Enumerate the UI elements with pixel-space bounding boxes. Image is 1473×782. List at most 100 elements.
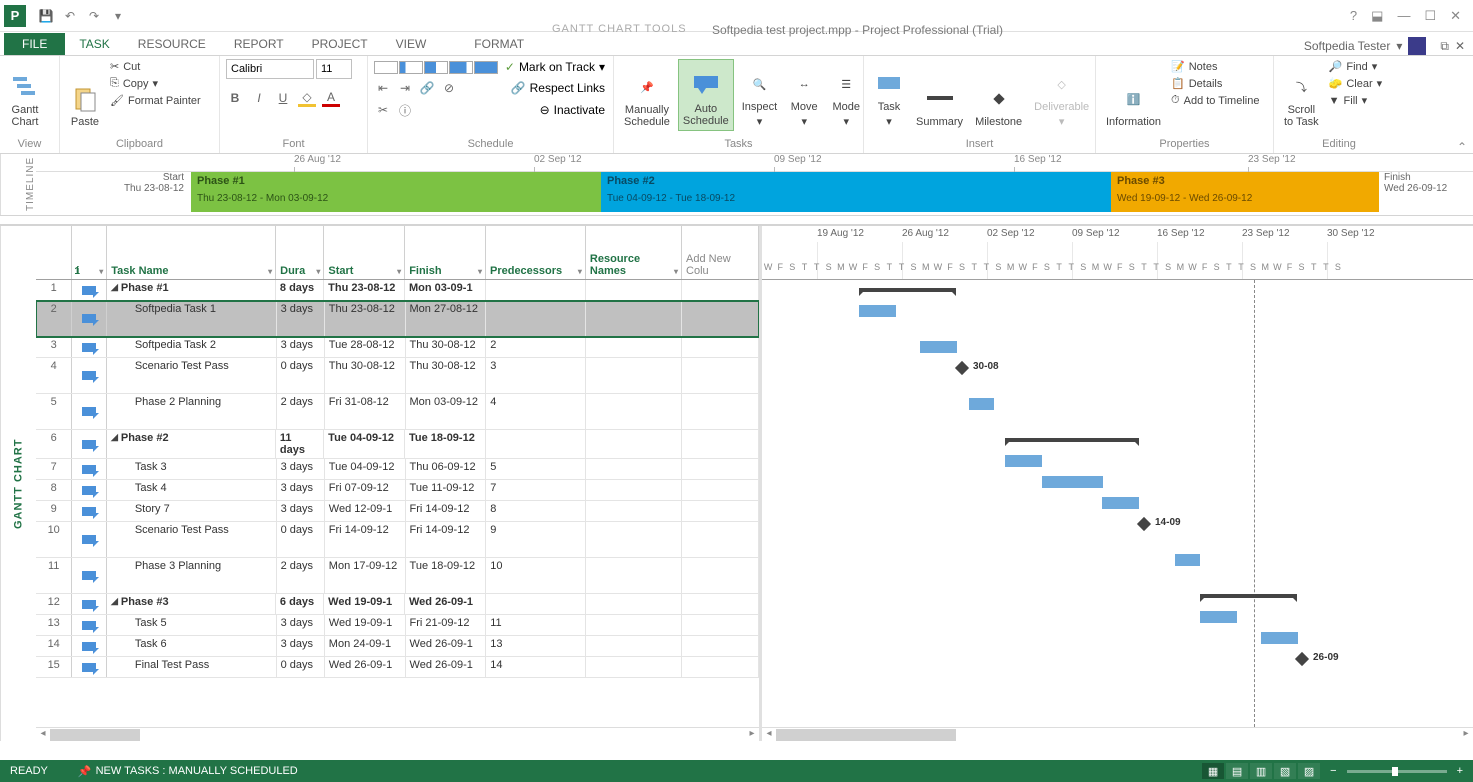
task-mode-cell[interactable] xyxy=(72,501,106,521)
pct-100-button[interactable] xyxy=(474,61,498,74)
maximize-icon[interactable]: ☐ xyxy=(1424,8,1436,24)
fill-button[interactable]: ▼Fill ▾ xyxy=(1327,93,1385,108)
gantt-summary-bar[interactable] xyxy=(1005,438,1139,442)
row-number[interactable]: 13 xyxy=(36,615,72,635)
split-button[interactable]: ✂︎ xyxy=(374,101,392,119)
task-mode-cell[interactable] xyxy=(72,657,106,677)
timeline-phase[interactable]: Phase #3Wed 19-09-12 - Wed 26-09-12 xyxy=(1111,172,1379,212)
col-finish[interactable]: Finish▾ xyxy=(405,226,486,279)
finish-cell[interactable]: Wed 26-09-1 xyxy=(405,594,486,614)
row-number[interactable]: 9 xyxy=(36,501,72,521)
gantt-summary-bar[interactable] xyxy=(859,288,956,292)
task-mode-cell[interactable] xyxy=(72,358,106,393)
resource-cell[interactable] xyxy=(586,430,682,458)
add-cell[interactable] xyxy=(682,280,759,300)
table-row[interactable]: 15 Final Test Pass 0 days Wed 26-09-1 We… xyxy=(36,657,759,678)
start-cell[interactable]: Thu 30-08-12 xyxy=(325,358,406,393)
col-duration[interactable]: Dura▾ xyxy=(276,226,324,279)
cut-button[interactable]: ✂Cut xyxy=(108,59,203,74)
expand-icon[interactable]: ◢ xyxy=(111,432,118,443)
task-name-cell[interactable]: Story 7 xyxy=(107,501,277,521)
predecessors-cell[interactable]: 2 xyxy=(486,337,586,357)
finish-cell[interactable]: Fri 21-09-12 xyxy=(406,615,487,635)
start-cell[interactable]: Fri 14-09-12 xyxy=(325,522,406,557)
add-cell[interactable] xyxy=(682,594,759,614)
task-mode-cell[interactable] xyxy=(72,558,106,593)
tab-resource[interactable]: RESOURCE xyxy=(124,33,220,55)
duration-cell[interactable]: 0 days xyxy=(277,522,325,557)
resource-cell[interactable] xyxy=(586,657,682,677)
zoom-out-button[interactable]: − xyxy=(1330,765,1336,777)
start-cell[interactable]: Wed 12-09-1 xyxy=(325,501,406,521)
duration-cell[interactable]: 3 days xyxy=(277,480,325,500)
task-mode-cell[interactable] xyxy=(72,594,107,614)
gantt-task-bar[interactable] xyxy=(1042,476,1103,488)
mark-on-track-button[interactable]: ✓Mark on Track ▾ xyxy=(503,59,607,75)
gantt-milestone[interactable] xyxy=(955,361,969,375)
scroll-to-task-button[interactable]: ⤵Scroll to Task xyxy=(1280,59,1323,131)
finish-cell[interactable]: Mon 03-09-1 xyxy=(405,280,486,300)
save-icon[interactable]: 💾 xyxy=(36,6,56,26)
clear-button[interactable]: 🧽Clear ▾ xyxy=(1327,76,1385,91)
gantt-summary-bar[interactable] xyxy=(1200,594,1297,598)
underline-button[interactable]: U xyxy=(274,89,292,107)
unlink-button[interactable]: ⊘ xyxy=(440,79,458,97)
pct-75-button[interactable] xyxy=(449,61,473,74)
task-mode-cell[interactable] xyxy=(72,301,106,336)
font-name-input[interactable] xyxy=(226,59,314,79)
pct-50-button[interactable] xyxy=(424,61,448,74)
gantt-task-bar[interactable] xyxy=(1102,497,1139,509)
milestone-button[interactable]: Milestone xyxy=(971,59,1026,131)
task-mode-cell[interactable] xyxy=(72,430,107,458)
duration-cell[interactable]: 11 days xyxy=(276,430,324,458)
view-network-icon[interactable]: ▥ xyxy=(1250,763,1272,779)
predecessors-cell[interactable]: 11 xyxy=(486,615,586,635)
finish-cell[interactable]: Thu 30-08-12 xyxy=(406,358,487,393)
gantt-task-bar[interactable] xyxy=(1261,632,1298,644)
task-name-cell[interactable]: Task 5 xyxy=(107,615,277,635)
task-name-cell[interactable]: Final Test Pass xyxy=(107,657,277,677)
gantt-chart-button[interactable]: Gantt Chart xyxy=(6,59,44,131)
row-number[interactable]: 12 xyxy=(36,594,72,614)
gantt-milestone[interactable] xyxy=(1295,652,1309,666)
row-number[interactable]: 4 xyxy=(36,358,72,393)
view-resource-icon[interactable]: ▨ xyxy=(1298,763,1320,779)
zoom-in-button[interactable]: + xyxy=(1457,765,1463,777)
row-number[interactable]: 10 xyxy=(36,522,72,557)
start-cell[interactable]: Thu 23-08-12 xyxy=(324,280,405,300)
add-cell[interactable] xyxy=(682,301,759,336)
start-cell[interactable]: Tue 04-09-12 xyxy=(325,459,406,479)
table-row[interactable]: 3 Softpedia Task 2 3 days Tue 28-08-12 T… xyxy=(36,337,759,358)
gantt-task-bar[interactable] xyxy=(1200,611,1237,623)
redo-icon[interactable]: ↷ xyxy=(84,6,104,26)
tab-report[interactable]: REPORT xyxy=(220,33,298,55)
task-name-cell[interactable]: Phase 2 Planning xyxy=(107,394,277,429)
details-button[interactable]: 📋Details xyxy=(1169,76,1261,91)
add-cell[interactable] xyxy=(682,337,759,357)
help-icon[interactable]: ? xyxy=(1350,8,1357,24)
resource-cell[interactable] xyxy=(586,558,682,593)
bold-button[interactable]: B xyxy=(226,89,244,107)
timeline-phase[interactable]: Phase #1Thu 23-08-12 - Mon 03-09-12 xyxy=(191,172,601,212)
finish-cell[interactable]: Fri 14-09-12 xyxy=(406,522,487,557)
table-row[interactable]: 2 Softpedia Task 1 3 days Thu 23-08-12 M… xyxy=(36,301,759,337)
resource-cell[interactable] xyxy=(586,358,682,393)
task-name-cell[interactable]: Phase 3 Planning xyxy=(107,558,277,593)
view-calendar-icon[interactable]: ▧ xyxy=(1274,763,1296,779)
add-cell[interactable] xyxy=(682,501,759,521)
col-indicator[interactable]: i1▾ xyxy=(72,226,107,279)
task-mode-cell[interactable] xyxy=(72,615,106,635)
resource-cell[interactable] xyxy=(586,615,682,635)
col-add-new[interactable]: Add New Colu xyxy=(682,226,759,279)
task-name-cell[interactable]: Scenario Test Pass xyxy=(107,522,277,557)
predecessors-cell[interactable]: 7 xyxy=(486,480,586,500)
finish-cell[interactable]: Fri 14-09-12 xyxy=(406,501,487,521)
add-cell[interactable] xyxy=(682,358,759,393)
table-row[interactable]: 9 Story 7 3 days Wed 12-09-1 Fri 14-09-1… xyxy=(36,501,759,522)
add-cell[interactable] xyxy=(682,615,759,635)
pct-0-button[interactable] xyxy=(374,61,398,74)
minimize-icon[interactable]: — xyxy=(1397,8,1410,24)
task-name-cell[interactable]: ◢Phase #3 xyxy=(107,594,276,614)
predecessors-cell[interactable] xyxy=(486,430,586,458)
font-color-button[interactable]: A xyxy=(322,89,340,107)
